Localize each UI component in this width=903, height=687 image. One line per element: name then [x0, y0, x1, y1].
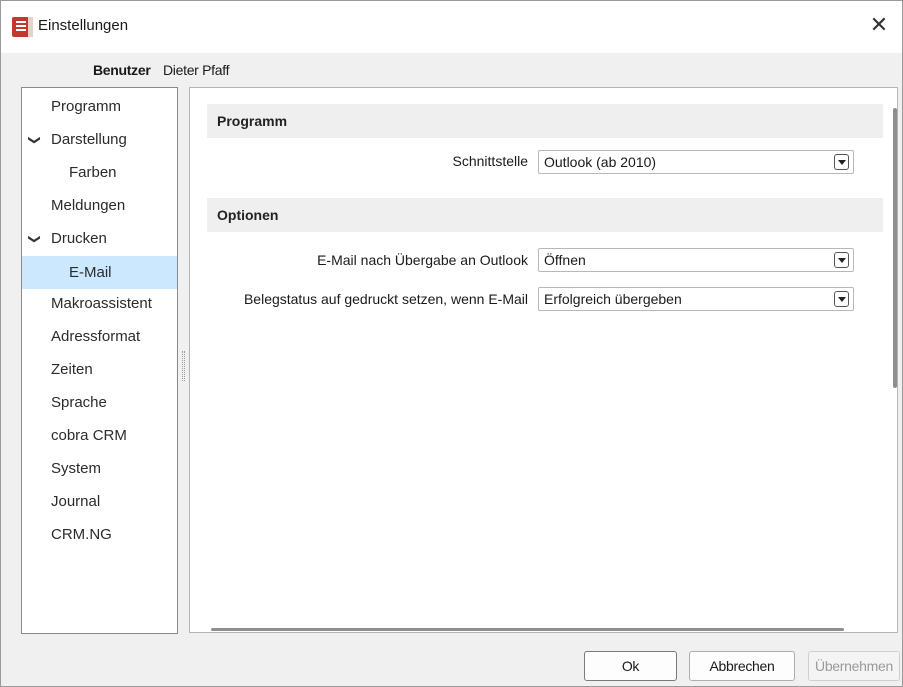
nav-item-label: Sprache — [51, 394, 107, 411]
settings-window: Einstellungen ✕ Benutzer Dieter Pfaff Pr… — [0, 0, 903, 687]
nav-item-label: Journal — [51, 493, 101, 510]
dropdown-arrow-icon[interactable] — [834, 252, 849, 268]
title-bar: Einstellungen ✕ — [1, 1, 902, 53]
window-title: Einstellungen — [38, 17, 129, 34]
vertical-scrollbar[interactable] — [893, 108, 897, 388]
ok-button[interactable]: Ok — [584, 651, 677, 681]
section-header-programm: Programm — [207, 104, 883, 138]
user-label: Benutzer — [93, 62, 151, 78]
chevron-down-icon[interactable]: ❯ — [20, 135, 50, 145]
nav-item-label: cobra CRM — [51, 427, 127, 444]
email-nach-uebergabe-select[interactable]: Öffnen — [538, 248, 854, 272]
nav-item-system[interactable]: System — [22, 454, 177, 484]
nav-item-label: Adressformat — [51, 328, 141, 345]
nav-item-label: System — [51, 460, 102, 477]
nav-item-crm-ng[interactable]: CRM.NG — [22, 520, 177, 550]
nav-item-label: E-Mail — [69, 264, 112, 281]
nav-item-adressformat[interactable]: Adressformat — [22, 322, 177, 352]
nav-item-meldungen[interactable]: Meldungen — [22, 191, 177, 221]
settings-nav-tree: Programm ❯ Darstellung Farben Meldungen … — [21, 87, 178, 634]
nav-item-label: Meldungen — [51, 197, 126, 214]
nav-item-label: Makroassistent — [51, 295, 152, 312]
nav-item-e-mail[interactable]: E-Mail — [22, 256, 177, 289]
nav-item-zeiten[interactable]: Zeiten — [22, 355, 177, 385]
nav-item-programm[interactable]: Programm — [22, 92, 177, 122]
dropdown-arrow-icon[interactable] — [834, 154, 849, 170]
cancel-button[interactable]: Abbrechen — [689, 651, 795, 681]
dropdown-arrow-icon[interactable] — [834, 291, 849, 307]
select-value: Outlook (ab 2010) — [544, 154, 657, 170]
nav-item-darstellung[interactable]: ❯ Darstellung — [22, 125, 177, 155]
belegstatus-select[interactable]: Erfolgreich übergeben — [538, 287, 854, 311]
settings-content-panel: Programm Schnittstelle Outlook (ab 2010)… — [189, 87, 898, 633]
user-bar: Benutzer Dieter Pfaff — [1, 53, 902, 85]
nav-item-journal[interactable]: Journal — [22, 487, 177, 517]
select-value: Öffnen — [544, 252, 586, 268]
belegstatus-label: Belegstatus auf gedruckt setzen, wenn E-… — [243, 291, 528, 307]
nav-item-cobra-crm[interactable]: cobra CRM — [22, 421, 177, 451]
apply-button[interactable]: Übernehmen — [808, 651, 900, 681]
nav-item-drucken[interactable]: ❯ Drucken — [22, 224, 177, 254]
nav-item-label: Programm — [51, 98, 122, 115]
schnittstelle-select[interactable]: Outlook (ab 2010) — [538, 150, 854, 174]
nav-item-label: Zeiten — [51, 361, 93, 378]
nav-item-farben[interactable]: Farben — [22, 158, 177, 188]
nav-item-label: Drucken — [51, 230, 107, 247]
close-button[interactable]: ✕ — [864, 11, 894, 41]
user-name: Dieter Pfaff — [163, 62, 230, 78]
nav-item-makroassistent[interactable]: Makroassistent — [22, 289, 177, 319]
nav-item-sprache[interactable]: Sprache — [22, 388, 177, 418]
schnittstelle-label: Schnittstelle — [452, 153, 528, 169]
nav-item-label: Darstellung — [51, 131, 127, 148]
section-header-optionen: Optionen — [207, 198, 883, 232]
nav-item-label: CRM.NG — [51, 526, 112, 543]
nav-item-label: Farben — [69, 164, 117, 181]
pane-splitter[interactable] — [182, 351, 185, 381]
chevron-down-icon[interactable]: ❯ — [20, 234, 50, 244]
app-document-icon — [12, 17, 33, 37]
horizontal-scrollbar[interactable] — [211, 628, 844, 631]
email-nach-uebergabe-label: E-Mail nach Übergabe an Outlook — [317, 252, 528, 268]
select-value: Erfolgreich übergeben — [544, 291, 682, 307]
